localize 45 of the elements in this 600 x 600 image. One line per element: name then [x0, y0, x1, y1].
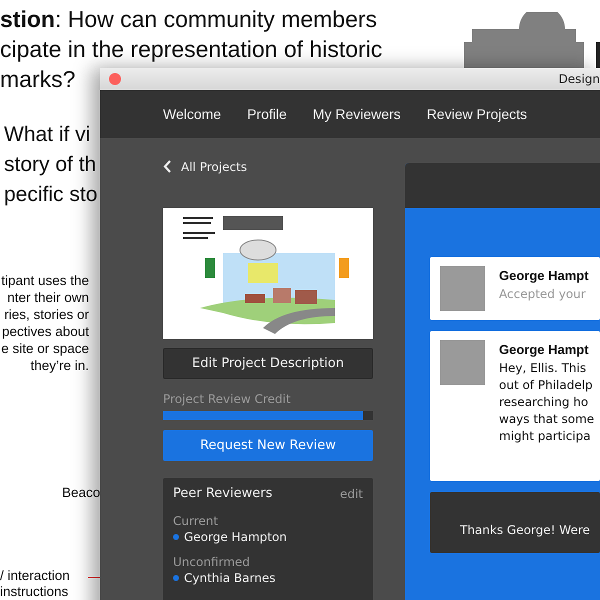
sender-name: George Hampt [499, 267, 589, 285]
group-heading: Unconfirmed [173, 554, 251, 570]
avatar-photo-placeholder [440, 266, 485, 311]
edit-description-button[interactable]: Edit Project Description [163, 348, 373, 379]
message-text-line: Hey, Ellis. This [499, 360, 588, 376]
poster-caption-line: tipant uses the [1, 272, 89, 289]
poster-label: Beaco [62, 484, 100, 502]
nav-link[interactable]: Profile [247, 104, 287, 124]
poster-text-line: pecific sto [4, 182, 98, 208]
poster-caption-line: they’re in. [30, 357, 89, 374]
message-text-line: researching ho [499, 394, 590, 410]
back-link[interactable]: All Projects [163, 158, 247, 176]
poster-text-line: stion: How can community members [0, 5, 378, 34]
nav-link[interactable]: Welcome [163, 104, 222, 124]
nav-link[interactable]: Review Projects [426, 104, 528, 124]
group-heading: Current [173, 514, 220, 528]
avatar-photo-placeholder [440, 340, 485, 385]
poster-caption-line: e site or space [1, 340, 89, 357]
poster-text-line: What if vi [4, 122, 90, 148]
window-title: Design [558, 71, 600, 88]
poster-caption-line: / interaction [0, 568, 70, 584]
poster-text-line: marks? [0, 65, 76, 94]
poster-caption-line: nter their own [7, 289, 89, 306]
status-dot [173, 574, 179, 580]
chevron-left-icon [163, 160, 171, 173]
credit-label: Project Review Credit [163, 391, 292, 408]
status-dot [173, 534, 179, 540]
message-text-line: might participa [499, 428, 592, 444]
message-text-line: ways that some [499, 410, 594, 428]
edit-link[interactable]: edit [340, 484, 363, 503]
reviewer-name: Cynthia Barnes [184, 570, 276, 586]
poster-caption-line: pectives about [2, 323, 89, 340]
request-review-button[interactable]: Request New Review [163, 430, 373, 461]
reply-text-line: Thanks George! Were [460, 522, 591, 539]
message-text-line: Accepted your [499, 286, 587, 302]
close-button[interactable] [109, 73, 121, 85]
poster-caption-line: ries, stories or [4, 306, 89, 323]
nav-link[interactable]: My Reviewers [312, 104, 401, 124]
sender-name: George Hampt [499, 341, 590, 359]
message-text-line: out of Philadelp [499, 376, 594, 394]
reviewer-name: George Hampton [184, 528, 287, 544]
poster-text-line: cipate in the representation of historic [0, 35, 382, 64]
poster-text-line: story of th [4, 152, 96, 178]
panel-title: Peer Reviewers [173, 485, 272, 503]
poster-caption-line: instructions [0, 584, 68, 600]
